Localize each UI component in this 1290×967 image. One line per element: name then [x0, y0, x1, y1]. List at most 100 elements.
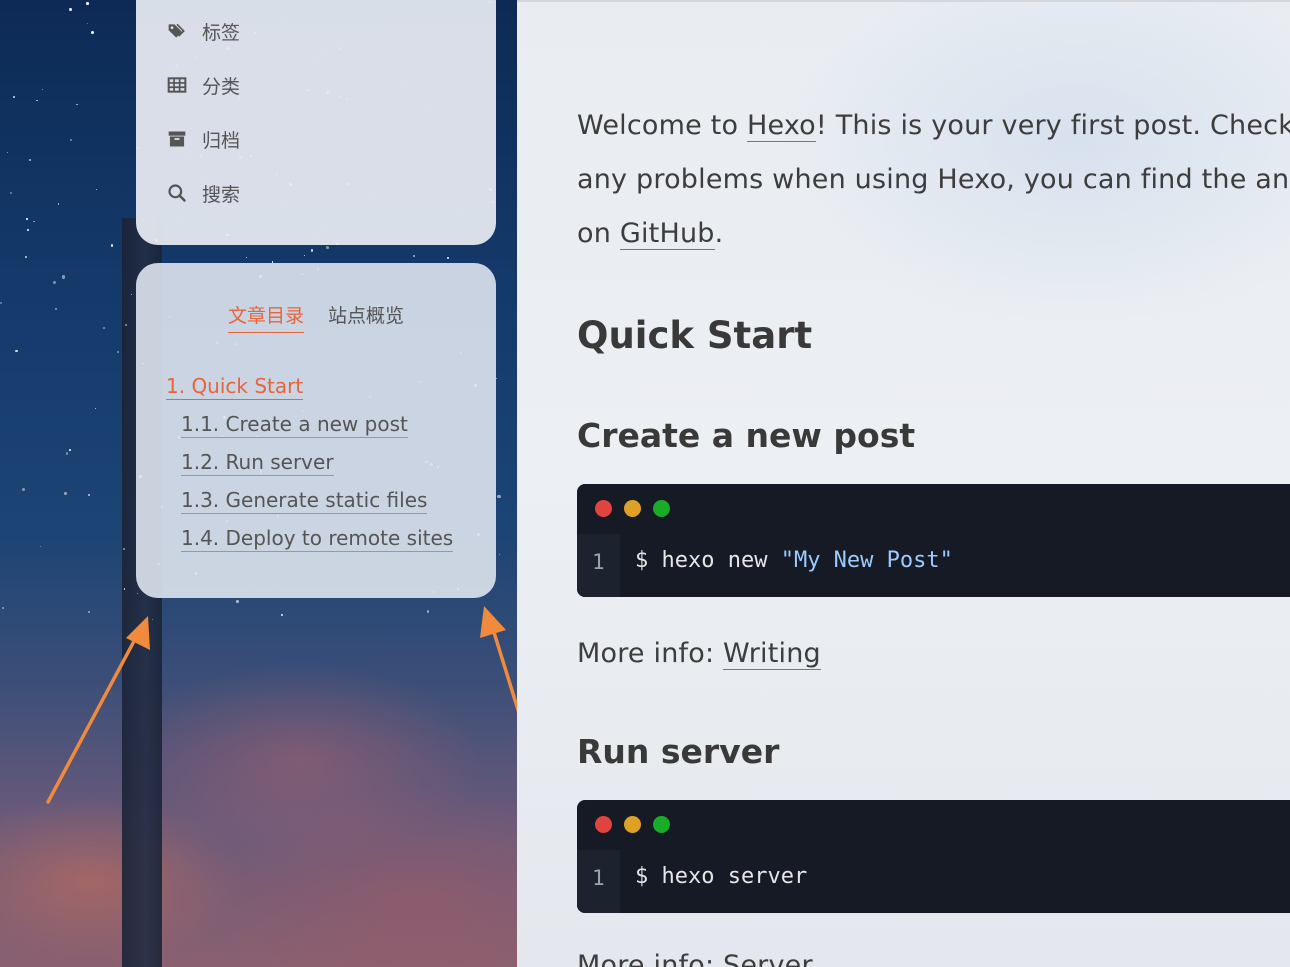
heading-quick-start: Quick Start [577, 314, 813, 357]
menu-item-tags[interactable]: 标签 [166, 16, 240, 46]
star-decoration [65, 451, 69, 455]
star-decoration [86, 1, 89, 5]
star-decoration [12, 95, 16, 99]
star-decoration [33, 220, 35, 222]
star-decoration [280, 613, 284, 617]
close-dot-icon [595, 500, 612, 517]
code-line: $ hexo server [635, 864, 808, 889]
star-decoration [86, 23, 89, 25]
star-decoration [70, 138, 73, 141]
intro-text: on [577, 218, 620, 249]
maximize-dot-icon [653, 816, 670, 833]
star-decoration [110, 244, 114, 247]
star-decoration [68, 7, 72, 11]
minimize-dot-icon [624, 500, 641, 517]
star-decoration [116, 350, 120, 353]
tab-toc[interactable]: 文章目录 [227, 301, 304, 333]
minimize-dot-icon [624, 816, 641, 833]
star-decoration [326, 245, 330, 249]
star-decoration [498, 553, 501, 556]
star-decoration [42, 89, 44, 91]
close-dot-icon [595, 816, 612, 833]
star-decoration [6, 152, 9, 154]
intro-line-1: Welcome to Hexo! This is your very first… [577, 110, 1290, 142]
heading-create-post: Create a new post [577, 416, 916, 455]
window-controls [595, 500, 670, 517]
star-decoration [236, 599, 240, 603]
link-writing[interactable]: Writing [723, 638, 821, 670]
line-number: 1 [592, 550, 605, 574]
star-decoration [24, 255, 28, 259]
link-github[interactable]: GitHub [619, 218, 715, 250]
more-info-server: More info: Server [577, 950, 813, 967]
star-decoration [310, 249, 314, 252]
code-block-new-post: 1 $ hexo new "My New Post" [577, 484, 1290, 597]
menu-item-archives[interactable]: 归档 [166, 124, 240, 154]
star-decoration [9, 192, 13, 195]
menu-item-label: 分类 [202, 75, 241, 98]
toc-link-deploy[interactable]: 1.4. Deploy to remote sites [181, 525, 454, 552]
star-decoration [90, 31, 94, 35]
sidebar-panel: 文章目录 站点概览 1. Quick Start 1.1. Create a n… [136, 263, 496, 598]
post-content: Welcome to Hexo! This is your very first… [517, 0, 1290, 967]
star-decoration [76, 103, 79, 106]
code-block-server: 1 $ hexo server [577, 800, 1290, 913]
star-decoration [151, 619, 153, 621]
archive-icon [166, 128, 188, 150]
star-decoration [246, 257, 248, 259]
tags-icon [166, 20, 188, 42]
grid-icon [166, 74, 188, 96]
star-decoration [87, 493, 90, 496]
site-menu: 标签 分类 归档 搜索 [136, 0, 496, 245]
menu-item-label: 搜索 [202, 183, 241, 206]
menu-item-categories[interactable]: 分类 [166, 70, 240, 100]
toc-link-quick-start[interactable]: 1. Quick Start [166, 373, 304, 400]
menu-item-label: 标签 [202, 21, 241, 44]
star-decoration [69, 448, 72, 452]
code-string: "My New Post" [780, 548, 953, 573]
star-decoration [497, 495, 501, 499]
star-decoration [94, 407, 97, 410]
star-decoration [426, 610, 430, 614]
tab-overview[interactable]: 站点概览 [328, 301, 404, 332]
star-decoration [64, 491, 68, 495]
star-decoration [36, 100, 38, 102]
toc-link-create-post[interactable]: 1.1. Create a new post [181, 411, 408, 438]
intro-line-2: any problems when using Hexo, you can fi… [577, 164, 1290, 195]
menu-item-label: 归档 [202, 129, 241, 152]
star-decoration [303, 254, 306, 257]
more-info-writing: More info: Writing [577, 638, 821, 670]
heading-run-server: Run server [577, 732, 780, 771]
star-decoration [39, 546, 41, 548]
window-controls [595, 816, 670, 833]
star-decoration [130, 293, 132, 296]
link-hexo[interactable]: Hexo [746, 110, 816, 142]
toc-link-generate-files[interactable]: 1.3. Generate static files [181, 487, 428, 514]
star-decoration [26, 228, 29, 231]
star-decoration [22, 488, 26, 492]
intro-line-3: on GitHub. [577, 218, 724, 250]
star-decoration [15, 349, 18, 353]
sidebar-tabs: 文章目录 站点概览 [136, 301, 496, 333]
star-decoration [26, 218, 28, 220]
search-icon [166, 182, 188, 204]
menu-item-search[interactable]: 搜索 [166, 178, 240, 208]
maximize-dot-icon [653, 500, 670, 517]
star-decoration [0, 302, 3, 305]
line-number: 1 [592, 866, 605, 890]
code-line: $ hexo new "My New Post" [635, 548, 953, 573]
more-info-label: More info: [577, 638, 724, 669]
intro-text: . [714, 218, 724, 249]
star-decoration [87, 611, 90, 614]
star-decoration [103, 327, 105, 329]
star-decoration [53, 281, 56, 284]
star-decoration [95, 188, 98, 190]
star-decoration [55, 307, 58, 310]
star-decoration [446, 256, 449, 259]
toc-link-run-server[interactable]: 1.2. Run server [181, 449, 334, 476]
star-decoration [58, 203, 60, 205]
intro-text: Welcome to [577, 110, 747, 141]
star-decoration [62, 275, 66, 279]
code-command: $ hexo new [635, 548, 781, 573]
star-decoration [1, 606, 5, 609]
